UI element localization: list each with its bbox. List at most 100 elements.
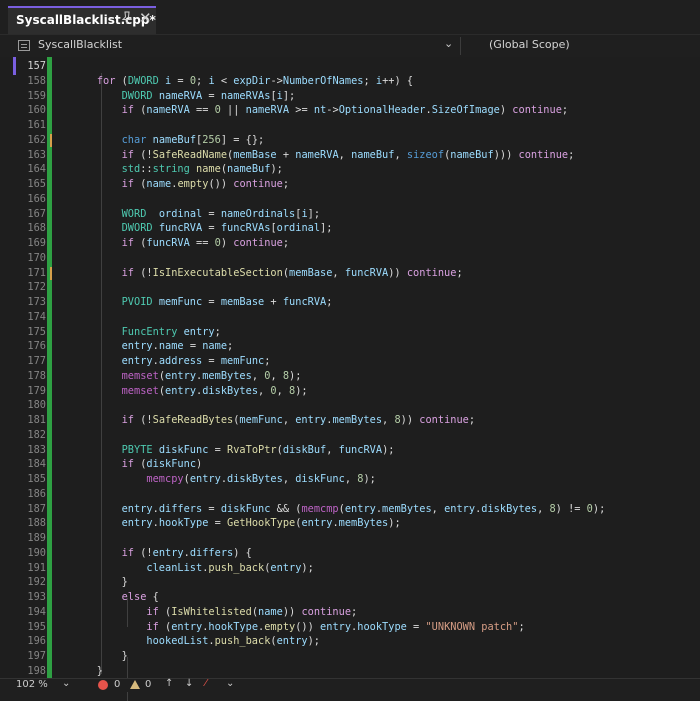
- code-text[interactable]: WORD ordinal = nameOrdinals[i];: [72, 207, 320, 222]
- code-line[interactable]: 193 else {: [0, 590, 700, 605]
- code-line[interactable]: 187 entry.differs = diskFunc && (memcmp(…: [0, 502, 700, 517]
- code-text[interactable]: DWORD funcRVA = funcRVAs[ordinal];: [72, 221, 333, 236]
- code-line[interactable]: 161: [0, 118, 700, 133]
- code-text[interactable]: }: [72, 664, 103, 679]
- code-line[interactable]: 196 hookedList.push_back(entry);: [0, 634, 700, 649]
- code-line[interactable]: 191 cleanList.push_back(entry);: [0, 561, 700, 576]
- code-line[interactable]: 194 if (IsWhitelisted(name)) continue;: [0, 605, 700, 620]
- line-number: 183: [27, 443, 46, 456]
- code-line[interactable]: 186: [0, 487, 700, 502]
- line-number: 182: [27, 428, 46, 441]
- tab-bar: SyscallBlacklist.cpp* ✕: [0, 0, 700, 35]
- code-text[interactable]: memcpy(entry.diskBytes, diskFunc, 8);: [72, 472, 375, 487]
- error-count[interactable]: 0: [114, 679, 120, 690]
- code-line[interactable]: 166: [0, 192, 700, 207]
- code-line[interactable]: 183 PBYTE diskFunc = RvaToPtr(diskBuf, f…: [0, 443, 700, 458]
- code-line[interactable]: 159 DWORD nameRVA = nameRVAs[i];: [0, 89, 700, 104]
- status-bar: 102 % ⌄ 0 0 ↑ ↓ ⁄ ⌄: [0, 678, 700, 692]
- code-line[interactable]: 171 if (!IsInExecutableSection(memBase, …: [0, 266, 700, 281]
- cleanup-chevron-icon[interactable]: ⌄: [226, 678, 234, 689]
- code-text[interactable]: }: [72, 649, 128, 664]
- code-text[interactable]: DWORD nameRVA = nameRVAs[i];: [72, 89, 296, 104]
- code-text[interactable]: }: [72, 575, 128, 590]
- code-text[interactable]: if (!entry.differs) {: [72, 546, 252, 561]
- code-cleanup-icon[interactable]: ⁄: [205, 678, 207, 689]
- code-line[interactable]: 168 DWORD funcRVA = funcRVAs[ordinal];: [0, 221, 700, 236]
- code-line[interactable]: 158 for (DWORD i = 0; i < expDir->Number…: [0, 74, 700, 89]
- zoom-chevron-icon[interactable]: ⌄: [62, 678, 70, 689]
- code-line[interactable]: 175 FuncEntry entry;: [0, 325, 700, 340]
- code-text[interactable]: FuncEntry entry;: [72, 325, 221, 340]
- code-text[interactable]: if (!IsInExecutableSection(memBase, func…: [72, 266, 463, 281]
- code-line[interactable]: 180: [0, 398, 700, 413]
- code-line[interactable]: 169 if (funcRVA == 0) continue;: [0, 236, 700, 251]
- code-line[interactable]: 167 WORD ordinal = nameOrdinals[i];: [0, 207, 700, 222]
- code-line[interactable]: 178 memset(entry.memBytes, 0, 8);: [0, 369, 700, 384]
- code-line[interactable]: 181 if (!SafeReadBytes(memFunc, entry.me…: [0, 413, 700, 428]
- code-line[interactable]: 195 if (entry.hookType.empty()) entry.ho…: [0, 620, 700, 635]
- code-text[interactable]: PBYTE diskFunc = RvaToPtr(diskBuf, funcR…: [72, 443, 395, 458]
- project-dropdown[interactable]: SyscallBlacklist ⌄: [8, 35, 458, 57]
- next-issue-icon[interactable]: ↓: [185, 678, 193, 689]
- code-text[interactable]: for (DWORD i = 0; i < expDir->NumberOfNa…: [72, 74, 413, 89]
- code-line[interactable]: 170: [0, 251, 700, 266]
- code-text[interactable]: if (diskFunc): [72, 457, 203, 472]
- code-line[interactable]: 184 if (diskFunc): [0, 457, 700, 472]
- code-line[interactable]: 177 entry.address = memFunc;: [0, 354, 700, 369]
- code-line[interactable]: 172: [0, 280, 700, 295]
- code-text[interactable]: memset(entry.memBytes, 0, 8);: [72, 369, 302, 384]
- line-number: 190: [27, 546, 46, 559]
- warning-icon[interactable]: [130, 680, 140, 689]
- chevron-down-icon[interactable]: ⌄: [444, 37, 453, 50]
- code-text[interactable]: entry.name = name;: [72, 339, 234, 354]
- code-line[interactable]: 182: [0, 428, 700, 443]
- previous-issue-icon[interactable]: ↑: [165, 678, 173, 689]
- code-text[interactable]: entry.address = memFunc;: [72, 354, 271, 369]
- code-text[interactable]: if (name.empty()) continue;: [72, 177, 289, 192]
- code-text[interactable]: cleanList.push_back(entry);: [72, 561, 313, 576]
- code-line[interactable]: 162 char nameBuf[256] = {};: [0, 133, 700, 148]
- code-text[interactable]: else {: [72, 590, 159, 605]
- code-line[interactable]: 185 memcpy(entry.diskBytes, diskFunc, 8)…: [0, 472, 700, 487]
- code-text[interactable]: entry.differs = diskFunc && (memcmp(entr…: [72, 502, 606, 517]
- code-line[interactable]: 179 memset(entry.diskBytes, 0, 8);: [0, 384, 700, 399]
- line-number: 188: [27, 517, 46, 530]
- code-text[interactable]: PVOID memFunc = memBase + funcRVA;: [72, 295, 333, 310]
- error-icon[interactable]: [98, 680, 108, 690]
- code-text[interactable]: if (!SafeReadBytes(memFunc, entry.memByt…: [72, 413, 475, 428]
- line-number: 162: [27, 133, 46, 146]
- code-line[interactable]: 192 }: [0, 575, 700, 590]
- code-text[interactable]: std::string name(nameBuf);: [72, 162, 283, 177]
- code-line[interactable]: 197 }: [0, 649, 700, 664]
- code-line[interactable]: 163 if (!SafeReadName(memBase + nameRVA,…: [0, 148, 700, 163]
- code-line[interactable]: 164 std::string name(nameBuf);: [0, 162, 700, 177]
- code-line[interactable]: 198 }: [0, 664, 700, 679]
- line-number: 177: [27, 355, 46, 367]
- code-line[interactable]: 173 PVOID memFunc = memBase + funcRVA;: [0, 295, 700, 310]
- scope-dropdown[interactable]: (Global Scope): [489, 38, 570, 51]
- code-line[interactable]: 174: [0, 310, 700, 325]
- code-line[interactable]: 188 entry.hookType = GetHookType(entry.m…: [0, 516, 700, 531]
- code-editor[interactable]: 157 158 for (DWORD i = 0; i < expDir->Num…: [0, 57, 700, 701]
- code-line[interactable]: 190 if (!entry.differs) {: [0, 546, 700, 561]
- code-text[interactable]: if (entry.hookType.empty()) entry.hookTy…: [72, 620, 524, 635]
- code-text[interactable]: char nameBuf[256] = {};: [72, 133, 265, 148]
- pin-icon[interactable]: [121, 11, 133, 25]
- code-text[interactable]: if (IsWhitelisted(name)) continue;: [72, 605, 357, 620]
- code-line[interactable]: 157: [0, 59, 700, 74]
- tab-syscallblacklist[interactable]: SyscallBlacklist.cpp* ✕: [8, 6, 156, 34]
- close-tab-icon[interactable]: ✕: [139, 10, 152, 26]
- code-line[interactable]: 160 if (nameRVA == 0 || nameRVA >= nt->O…: [0, 103, 700, 118]
- code-line[interactable]: 189: [0, 531, 700, 546]
- warning-count[interactable]: 0: [145, 679, 151, 690]
- code-text[interactable]: if (funcRVA == 0) continue;: [72, 236, 289, 251]
- code-text[interactable]: if (!SafeReadName(memBase + nameRVA, nam…: [72, 148, 575, 163]
- code-text[interactable]: hookedList.push_back(entry);: [72, 634, 320, 649]
- code-line[interactable]: 165 if (name.empty()) continue;: [0, 177, 700, 192]
- code-line[interactable]: 176 entry.name = name;: [0, 339, 700, 354]
- code-text[interactable]: if (nameRVA == 0 || nameRVA >= nt->Optio…: [72, 103, 569, 118]
- code-text[interactable]: entry.hookType = GetHookType(entry.memBy…: [72, 516, 401, 531]
- tab-title: SyscallBlacklist.cpp*: [16, 13, 156, 27]
- zoom-level[interactable]: 102 %: [16, 679, 48, 690]
- code-text[interactable]: memset(entry.diskBytes, 0, 8);: [72, 384, 308, 399]
